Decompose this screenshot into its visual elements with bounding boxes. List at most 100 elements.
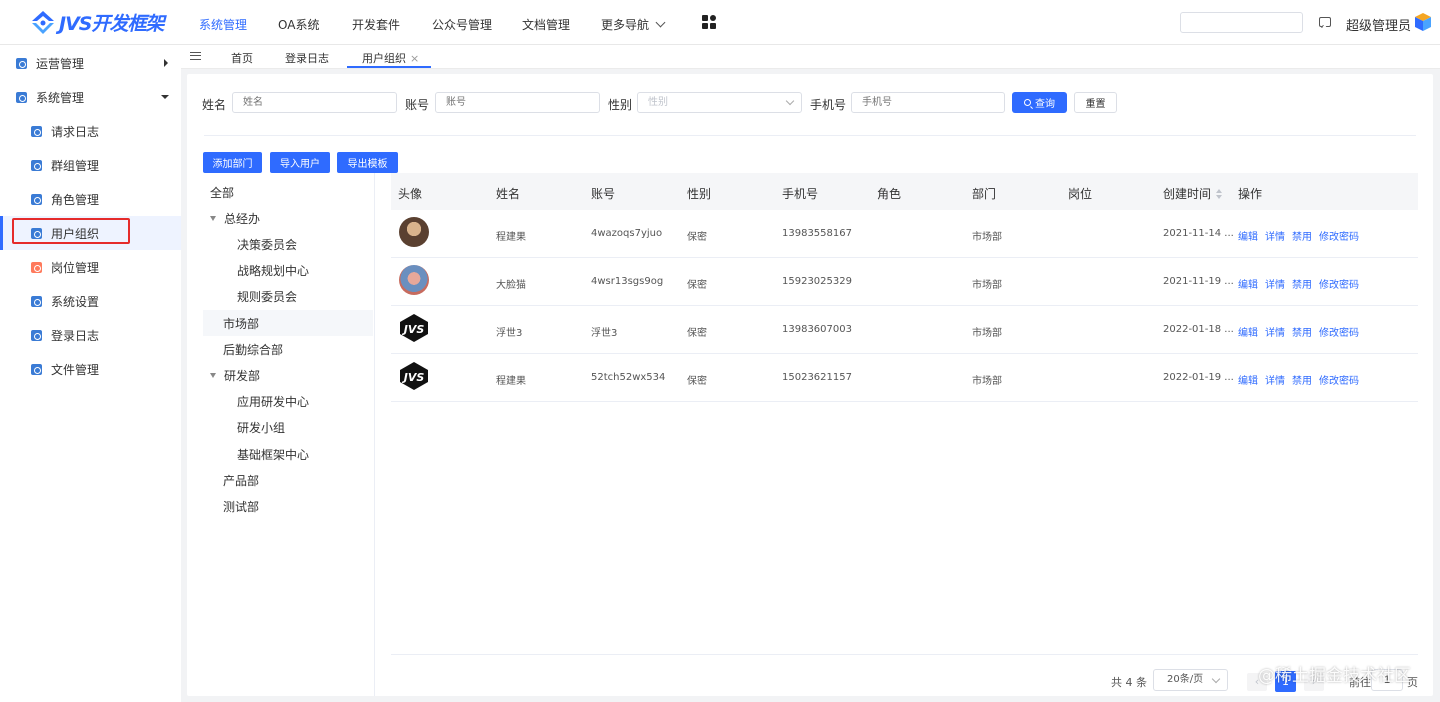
svg-text:JVS: JVS [402, 371, 425, 384]
tree-node[interactable]: 测试部 [203, 493, 373, 519]
tree-node-label: 产品部 [223, 473, 260, 488]
column-header-created[interactable]: 创建时间 [1163, 185, 1223, 202]
page-size-value: 20条/页 [1167, 674, 1204, 685]
tree-node-label: 决策委员会 [237, 237, 298, 252]
tree-node[interactable]: 全部 [203, 179, 373, 205]
disable-link[interactable]: 禁用 [1292, 228, 1312, 243]
sidebar-item-login-log[interactable]: 登录日志 [0, 318, 181, 352]
user-avatar-cube-icon[interactable] [1414, 12, 1432, 32]
table-row: 程建果 4wazoqs7yjuo 保密 13983558167 市场部 2021-11-1… [391, 210, 1418, 258]
sidebar-item-label: 文件管理 [51, 362, 100, 377]
name-filter-label: 姓名 [202, 98, 227, 112]
sidebar-item-settings[interactable]: 系统设置 [0, 284, 181, 318]
user-avatar: JVS [400, 362, 428, 390]
tree-node[interactable]: 产品部 [203, 467, 373, 493]
account-filter-input[interactable] [435, 92, 600, 113]
files-icon [31, 363, 42, 375]
tab-home[interactable]: 首页 [231, 50, 253, 66]
gender-filter-select[interactable]: 性别 [637, 92, 802, 113]
tree-node[interactable]: 决策委员会 [203, 231, 373, 257]
edit-link[interactable]: 编辑 [1238, 324, 1258, 339]
sidebar-item-groups[interactable]: 群组管理 [0, 148, 181, 182]
sidebar-item-request-log[interactable]: 请求日志 [0, 114, 181, 148]
change-password-link[interactable]: 修改密码 [1319, 276, 1359, 291]
cell-name: 程建果 [496, 376, 526, 387]
search-button[interactable]: 查询 [1012, 92, 1067, 113]
active-tab-underline [347, 66, 431, 68]
edit-link[interactable]: 编辑 [1238, 372, 1258, 387]
tree-node[interactable]: 市场部 [203, 310, 373, 336]
sidebar-item-posts[interactable]: 岗位管理 [0, 250, 181, 284]
tree-node[interactable]: 研发部 [203, 362, 373, 388]
tree-node[interactable]: 规则委员会 [203, 284, 373, 310]
sidebar-item-label: 岗位管理 [51, 260, 100, 275]
groups-icon [31, 159, 42, 171]
tree-node[interactable]: 应用研发中心 [203, 389, 373, 415]
user-name[interactable]: 超级管理员 [1346, 15, 1411, 34]
add-department-button[interactable]: 添加部门 [203, 152, 262, 173]
topnav-item-docs[interactable]: 文档管理 [522, 16, 570, 33]
sidebar-group-operations[interactable]: 运营管理 [0, 46, 181, 80]
tree-node[interactable]: 基础框架中心 [203, 441, 373, 467]
cell-dept: 市场部 [972, 280, 1002, 291]
caret-right-icon [164, 59, 168, 67]
cell-name: 大脸猫 [496, 280, 526, 291]
global-search-input[interactable] [1180, 12, 1303, 33]
edit-link[interactable]: 编辑 [1238, 276, 1258, 291]
detail-link[interactable]: 详情 [1265, 324, 1285, 339]
request-log-icon [31, 125, 42, 137]
export-template-button[interactable]: 导出模板 [337, 152, 398, 173]
disable-link[interactable]: 禁用 [1292, 276, 1312, 291]
phone-filter-input[interactable] [851, 92, 1005, 113]
tree-node-label: 基础框架中心 [237, 447, 310, 462]
close-icon[interactable]: × [410, 52, 419, 65]
topnav-item-wechat[interactable]: 公众号管理 [432, 16, 492, 33]
sort-icon[interactable] [1216, 189, 1223, 199]
cell-gender: 保密 [687, 232, 707, 243]
topnav-item-more[interactable]: 更多导航 [601, 16, 666, 33]
reset-button[interactable]: 重置 [1074, 92, 1117, 113]
tree-node[interactable]: 总经办 [203, 205, 373, 231]
sidebar-group-system[interactable]: 系统管理 [0, 80, 181, 114]
tree-node-label: 后勤综合部 [223, 342, 284, 357]
sidebar-group-label: 系统管理 [36, 90, 85, 105]
topnav-item-system[interactable]: 系统管理 [199, 16, 247, 33]
topnav-item-oa[interactable]: OA系统 [278, 16, 319, 33]
tab-user-org[interactable]: 用户组织 × [362, 50, 419, 66]
change-password-link[interactable]: 修改密码 [1319, 372, 1359, 387]
sidebar-item-label: 登录日志 [51, 328, 100, 343]
tree-node-label: 研发小组 [237, 421, 286, 436]
cell-gender: 保密 [687, 280, 707, 291]
tree-node[interactable]: 后勤综合部 [203, 336, 373, 362]
tree-node-label: 规则委员会 [237, 290, 298, 305]
name-filter-input[interactable] [232, 92, 397, 113]
tab-login-log[interactable]: 登录日志 [285, 50, 329, 66]
change-password-link[interactable]: 修改密码 [1319, 324, 1359, 339]
message-icon[interactable] [1319, 17, 1331, 27]
user-avatar [399, 265, 429, 295]
page-size-select[interactable]: 20条/页 [1153, 669, 1228, 691]
disable-link[interactable]: 禁用 [1292, 372, 1312, 387]
table-header: 头像 姓名 账号 性别 手机号 角色 部门 岗位 创建时间 操作 [391, 173, 1418, 210]
column-header: 角色 [877, 187, 902, 201]
menu-toggle-icon[interactable] [190, 52, 201, 60]
sidebar-item-roles[interactable]: 角色管理 [0, 182, 181, 216]
tree-node[interactable]: 战略规划中心 [203, 258, 373, 284]
sidebar-item-files[interactable]: 文件管理 [0, 352, 181, 386]
roles-icon [31, 193, 42, 205]
detail-link[interactable]: 详情 [1265, 372, 1285, 387]
import-users-button[interactable]: 导入用户 [270, 152, 330, 173]
apps-grid-icon[interactable] [702, 15, 717, 30]
edit-link[interactable]: 编辑 [1238, 228, 1258, 243]
topnav-item-dev-suite[interactable]: 开发套件 [352, 16, 400, 33]
caret-down-icon[interactable] [210, 215, 216, 221]
tree-node[interactable]: 研发小组 [203, 415, 373, 441]
detail-link[interactable]: 详情 [1265, 276, 1285, 291]
brand-logo[interactable]: JVS开发框架 [30, 9, 164, 35]
change-password-link[interactable]: 修改密码 [1319, 228, 1359, 243]
disable-link[interactable]: 禁用 [1292, 324, 1312, 339]
caret-down-icon[interactable] [210, 372, 216, 378]
more-nav-label: 更多导航 [601, 18, 650, 32]
detail-link[interactable]: 详情 [1265, 228, 1285, 243]
jvs-logo-icon [32, 11, 54, 34]
